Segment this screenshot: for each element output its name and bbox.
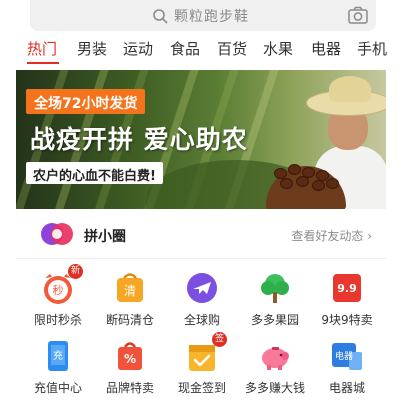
farmer-image (266, 70, 386, 209)
grid-item-clearance[interactable]: 清 断码清仓 (93, 270, 167, 328)
grid-item-flash-sale[interactable]: 秒 新 限时秒杀 (21, 264, 95, 328)
pin-xiao-quan-logo-icon (41, 223, 73, 245)
camera-icon[interactable] (348, 6, 368, 24)
calendar-check-icon: 签 (184, 332, 227, 374)
tab-general[interactable]: 百货 (217, 38, 247, 59)
clearance-bag-icon: 清 (112, 270, 148, 306)
grid-label: 限时秒杀 (33, 313, 82, 327)
chestnut (326, 178, 339, 189)
price-tag-icon: 9.9 (329, 270, 365, 306)
active-tab-indicator (27, 62, 59, 64)
grid-label: 电器城 (328, 381, 365, 395)
discount-bag-icon: % (112, 338, 148, 374)
grid-icon-text: 清 (124, 284, 136, 298)
section-divider (16, 258, 386, 259)
checkin-badge: 签 (212, 332, 227, 347)
grid-label: 全球购 (183, 313, 220, 327)
chestnut (312, 180, 325, 191)
appliance-icon: 电器 (329, 338, 365, 374)
tab-menswear[interactable]: 男装 (77, 38, 107, 59)
chestnut (288, 164, 301, 175)
search-placeholder: 颗粒跑步鞋 (174, 9, 249, 25)
straw-hat-crown (329, 76, 371, 102)
banner-title: 战疫开拼 爱心助农 (30, 125, 248, 154)
view-friends-activity-link[interactable]: 查看好友动态 › (291, 227, 372, 244)
grid-label: 多多赚大钱 (244, 381, 305, 395)
grid-label: 多多果园 (250, 313, 299, 327)
search-icon (153, 9, 168, 24)
grid-item-orchard[interactable]: 多多果园 (238, 270, 312, 328)
promo-banner[interactable]: 全场72小时发货 战疫开拼 爱心助农 农户的心血不能白费! (16, 70, 386, 209)
grid-item-global[interactable]: 全球购 (165, 270, 239, 328)
chestnut (296, 176, 309, 187)
tab-fruit[interactable]: 水果 (263, 38, 293, 59)
airplane-icon (184, 270, 220, 306)
banner-subtitle: 农户的心血不能白费! (26, 162, 163, 184)
category-tabs: 热门 男装 运动 食品 百货 水果 电器 手机 (0, 38, 417, 66)
chevron-right-icon: › (367, 229, 372, 243)
phone-recharge-icon: 充 (40, 338, 76, 374)
grid-item-appliance-mall[interactable]: 电器 电器城 (310, 338, 384, 396)
grid-label: 9块9特卖 (321, 313, 373, 327)
new-badge: 新 (68, 264, 83, 279)
alarm-clock-icon: 秒 新 (40, 264, 83, 306)
chestnut (280, 178, 293, 189)
view-friends-activity-label: 查看好友动态 (291, 229, 364, 243)
grid-icon-text: 电器 (335, 350, 353, 362)
grid-label: 充值中心 (33, 381, 82, 395)
search-placeholder-group: 颗粒跑步鞋 (152, 6, 249, 26)
grid-label: 断码清仓 (105, 313, 154, 327)
grid-item-9-9-sale[interactable]: 9.9 9块9特卖 (310, 270, 384, 328)
tab-phones[interactable]: 手机 (357, 38, 387, 59)
tab-appliances[interactable]: 电器 (311, 38, 341, 59)
grid-item-brand-sale[interactable]: % 品牌特卖 (93, 338, 167, 396)
banner-shipping-badge: 全场72小时发货 (26, 89, 146, 114)
grid-label: 品牌特卖 (105, 381, 154, 395)
tab-food[interactable]: 食品 (170, 38, 200, 59)
grid-icon-text: 充 (53, 349, 63, 362)
piggy-bank-icon (257, 338, 293, 374)
grid-icon-text: % (124, 352, 136, 366)
grid-label: 现金签到 (177, 381, 226, 395)
tab-sports[interactable]: 运动 (123, 38, 153, 59)
grid-icon-text: 9.9 (337, 282, 357, 295)
pin-xiao-quan-row[interactable]: 拼小圈 查看好友动态 › (16, 215, 386, 255)
grid-item-earn-money[interactable]: 多多赚大钱 (238, 338, 312, 396)
tree-icon (257, 270, 293, 306)
pin-xiao-quan-title: 拼小圈 (84, 229, 126, 245)
tab-hot[interactable]: 热门 (27, 38, 57, 59)
grid-item-cash-checkin[interactable]: 签 现金签到 (165, 332, 239, 396)
search-input[interactable]: 颗粒跑步鞋 (30, 0, 376, 31)
grid-item-recharge[interactable]: 充 充值中心 (21, 338, 95, 396)
search-bar: 颗粒跑步鞋 (0, 0, 417, 38)
grid-icon-text: 秒 (53, 283, 64, 297)
